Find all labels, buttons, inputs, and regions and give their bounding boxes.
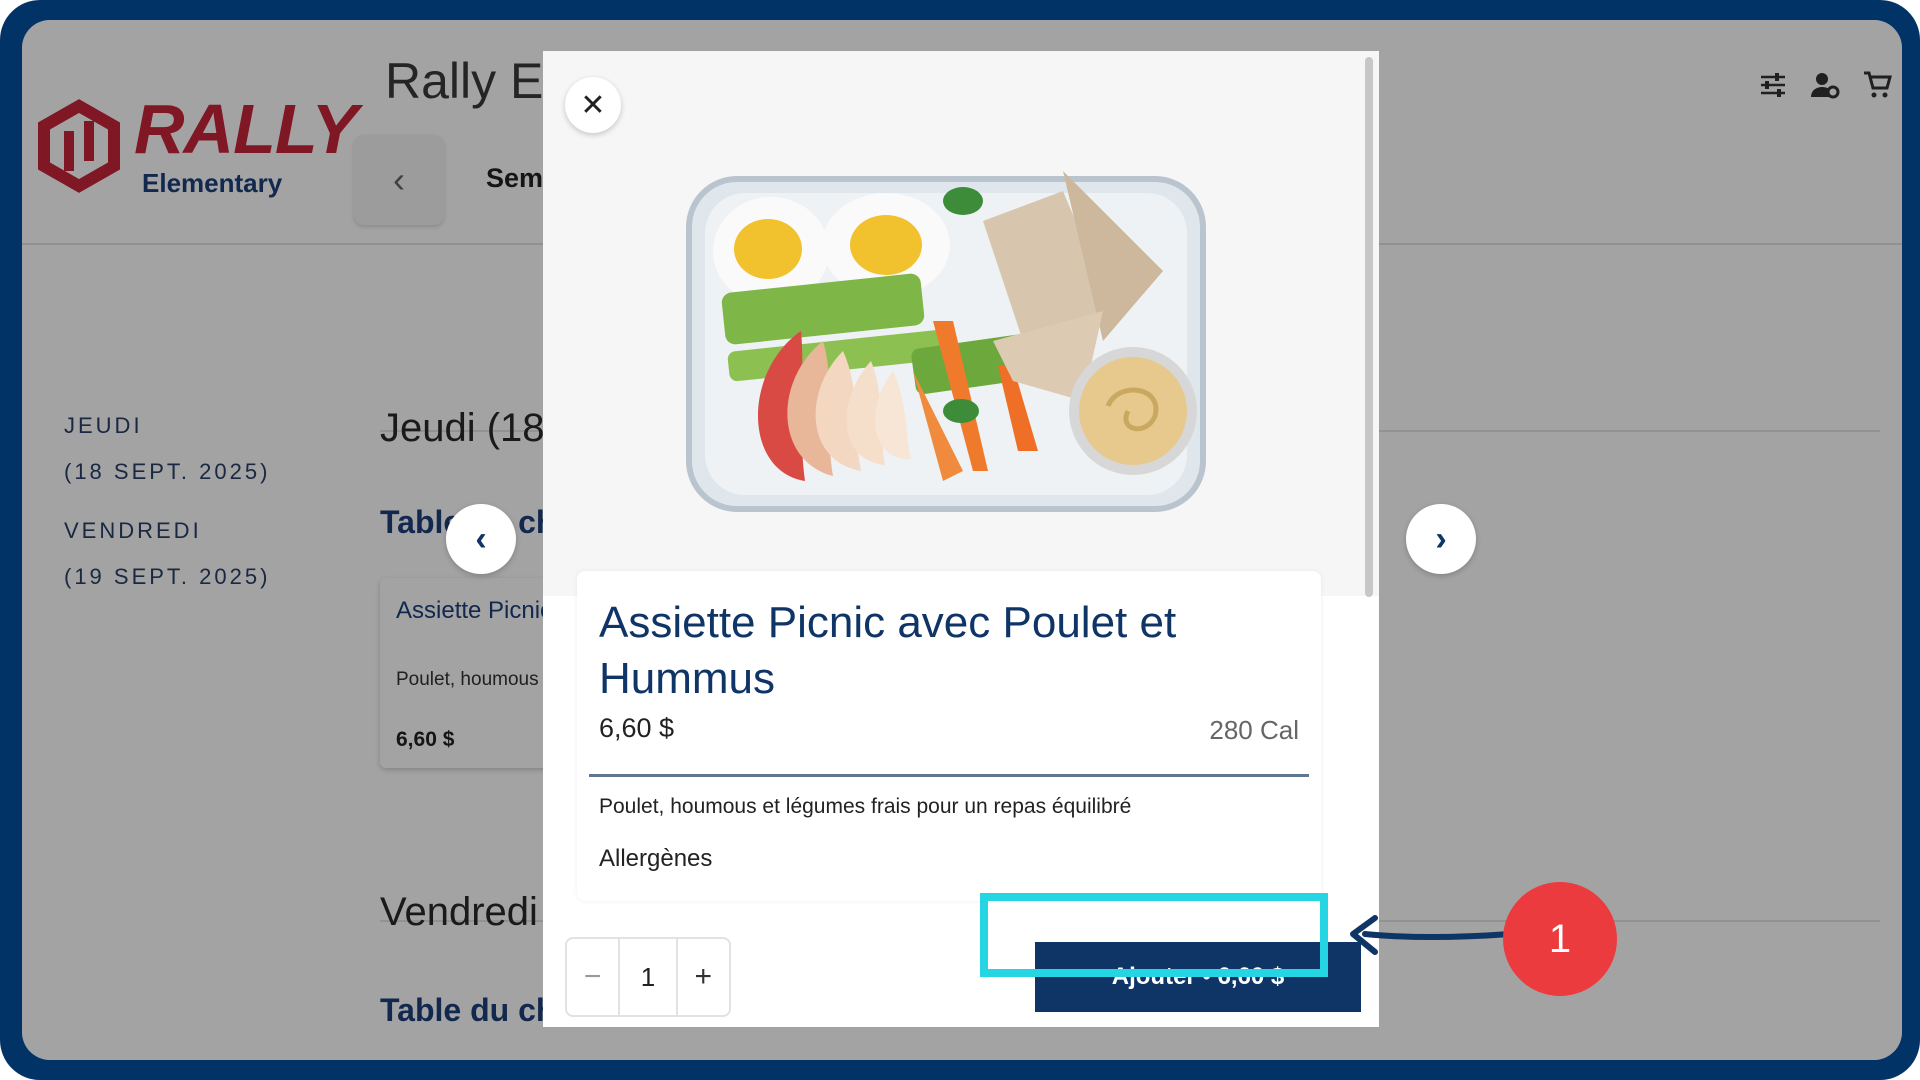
app-screen: RALLY Elementary Rally El ‹ Sem JEUDI (1… [22, 20, 1902, 1060]
decrease-quantity-button[interactable]: − [567, 939, 621, 1015]
close-icon: ✕ [580, 88, 606, 122]
item-info-panel: Assiette Picnic avec Poulet et Hummus 6,… [577, 571, 1321, 901]
quantity-stepper: − 1 + [565, 937, 731, 1017]
quantity-value[interactable]: 1 [620, 939, 675, 1015]
step-number-badge: 1 [1503, 882, 1617, 996]
modal-scrollbar[interactable] [1365, 57, 1373, 597]
item-title: Assiette Picnic avec Poulet et Hummus [599, 598, 1177, 703]
chevron-left-icon: ‹ [475, 519, 487, 558]
item-detail-modal: ✕ Assiette Picnic avec Poulet et Hummus … [543, 51, 1379, 1027]
item-description: Poulet, houmous et légumes frais pour un… [599, 795, 1132, 818]
previous-item-button[interactable]: ‹ [446, 504, 516, 574]
step-highlight-box [980, 893, 1328, 977]
meal-tray-image [686, 171, 1206, 512]
info-divider [589, 774, 1309, 777]
item-calories: 280 Cal [1209, 715, 1299, 745]
next-item-button[interactable]: › [1406, 504, 1476, 574]
item-price: 6,60 $ [599, 713, 675, 743]
allergens-label: Allergènes [599, 845, 713, 872]
item-photo [543, 51, 1379, 597]
close-button[interactable]: ✕ [565, 77, 621, 133]
callout-arrow-icon [1350, 915, 1513, 955]
chevron-right-icon: › [1435, 519, 1447, 558]
increase-quantity-button[interactable]: + [675, 939, 729, 1015]
